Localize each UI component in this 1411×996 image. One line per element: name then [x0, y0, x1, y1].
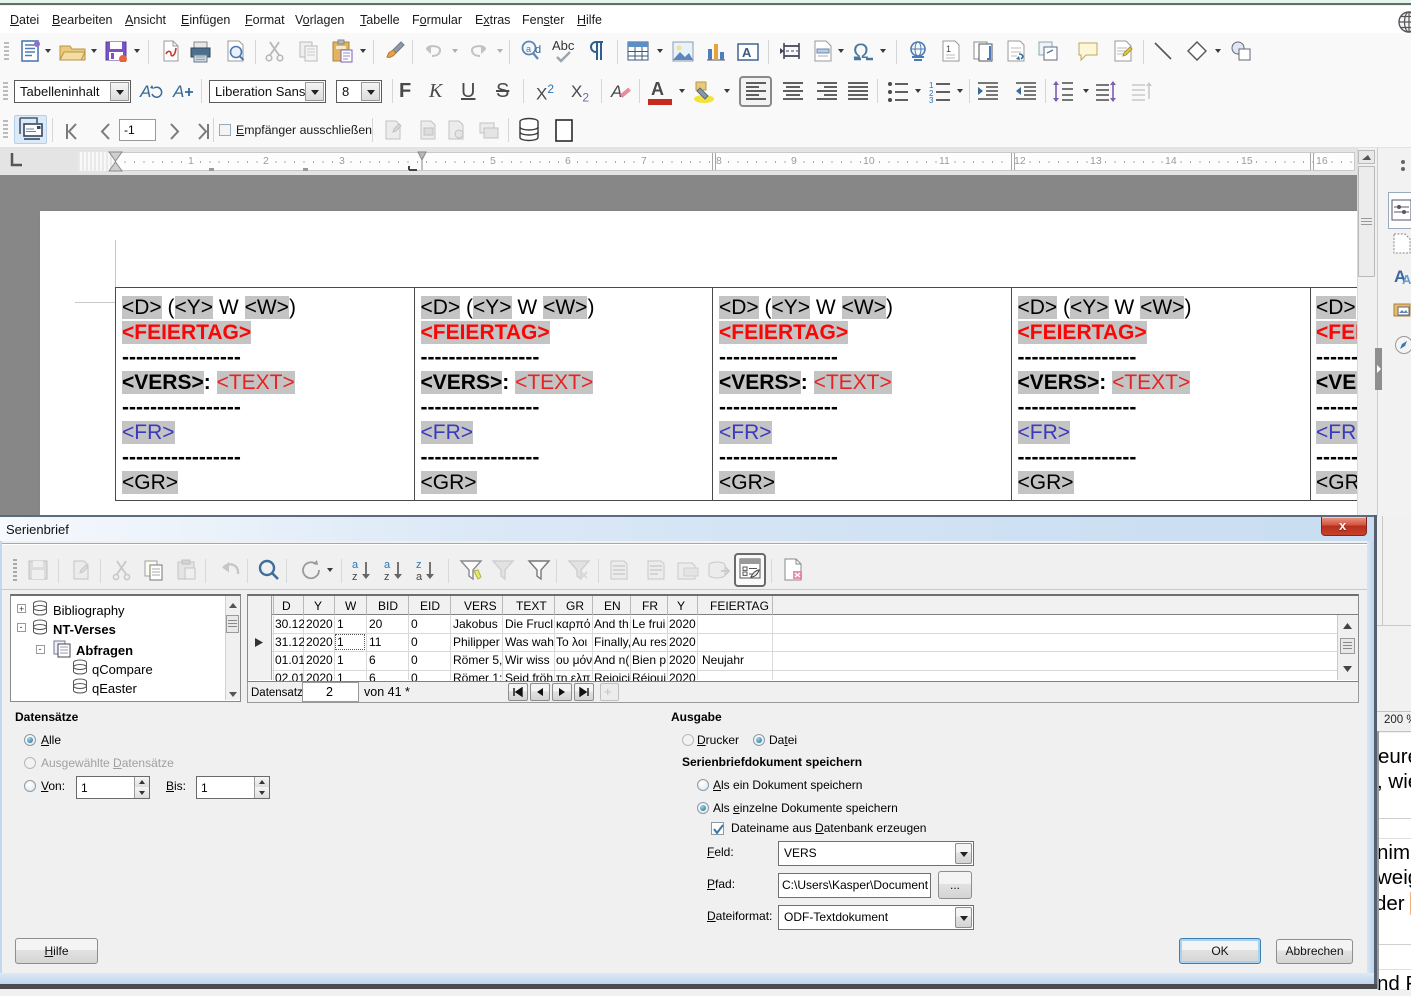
svg-text:z: z — [384, 571, 390, 583]
svg-text:a: a — [352, 559, 359, 571]
svg-text:A: A — [172, 82, 184, 101]
svg-text:3: 3 — [929, 96, 934, 103]
svg-text:z: z — [416, 559, 422, 571]
svg-text:A: A — [139, 82, 151, 101]
svg-text:a: a — [416, 571, 423, 583]
svg-text:A: A — [610, 82, 622, 101]
svg-text:a: a — [526, 44, 531, 54]
svg-text:Abc: Abc — [552, 39, 575, 53]
svg-text:A: A — [1402, 272, 1411, 287]
svg-text:d: d — [535, 44, 541, 56]
svg-text:1: 1 — [946, 44, 951, 54]
svg-text:z: z — [352, 571, 358, 583]
svg-text:A: A — [742, 45, 752, 60]
svg-text:a: a — [384, 559, 391, 571]
